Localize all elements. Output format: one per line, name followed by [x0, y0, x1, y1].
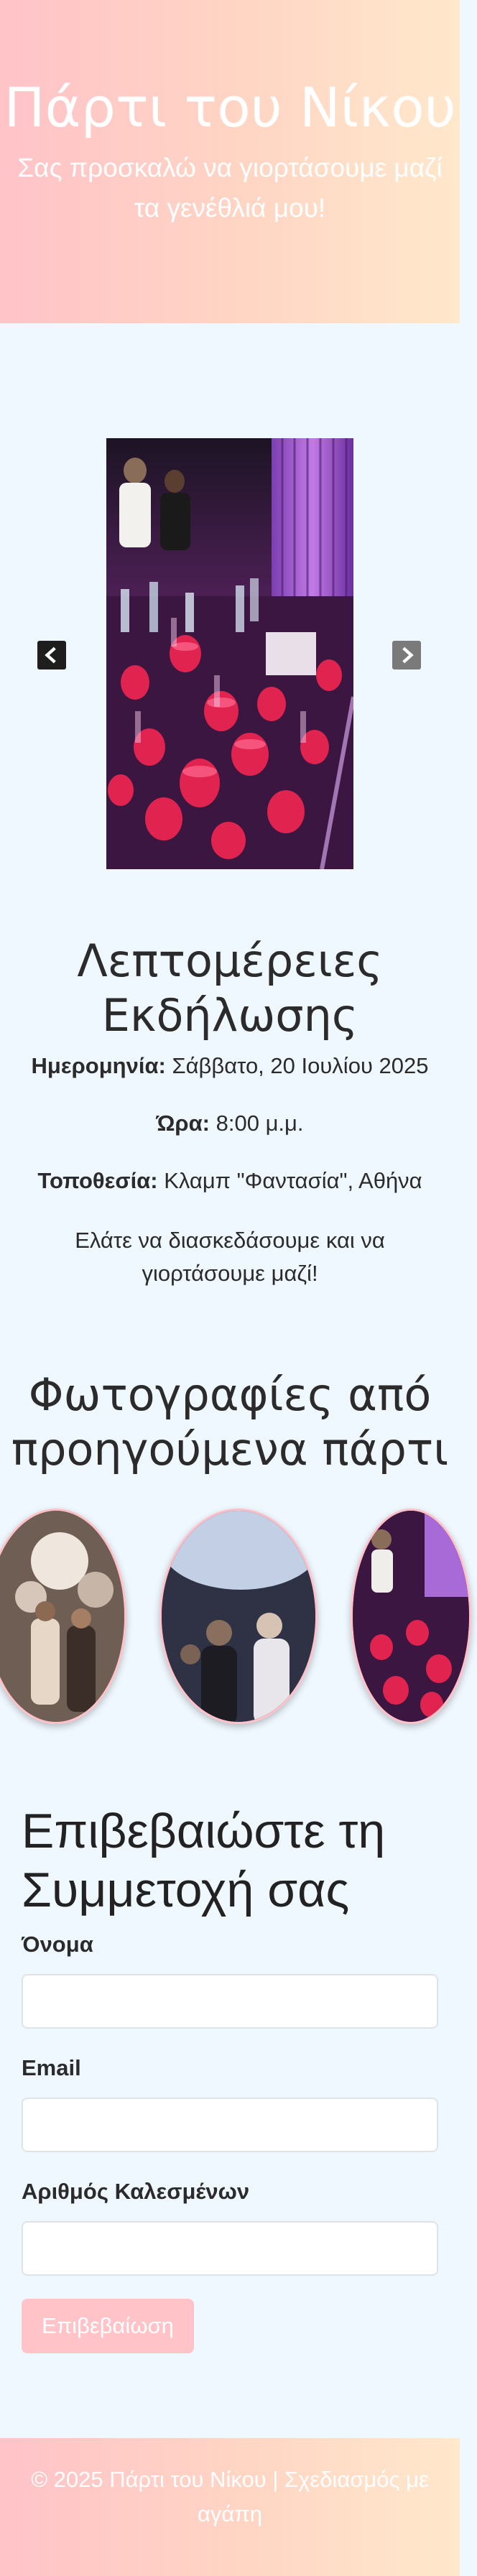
gallery-photo-image: [0, 1511, 124, 1722]
footer-text: © 2025 Πάρτι του Νίκου | Σχεδιασμός με α…: [31, 2467, 429, 2526]
chevron-left-icon: [45, 647, 56, 664]
guests-input[interactable]: [22, 2221, 438, 2276]
event-details: Λεπτομέρειες Εκδήλωσης Ημερομηνία: Σάββα…: [0, 934, 460, 1290]
chevron-right-icon: [402, 647, 414, 664]
gallery-photo: [0, 1509, 126, 1724]
name-input[interactable]: [22, 1974, 438, 2029]
gallery-photo: [159, 1509, 318, 1724]
name-label: Όνομα: [22, 1932, 93, 1957]
party-scene-illustration: [106, 438, 353, 869]
page-subtitle: Σας προσκαλώ να γιορτάσουμε μαζί τα γενέ…: [17, 153, 443, 223]
page-footer: © 2025 Πάρτι του Νίκου | Σχεδιασμός με α…: [0, 2438, 460, 2576]
page-title: Πάρτι του Νίκου: [4, 75, 456, 139]
guests-label: Αριθμός Καλεσμένων: [22, 2179, 250, 2204]
time-label: Ώρα:: [156, 1111, 210, 1136]
date-label: Ημερομηνία:: [31, 1053, 166, 1078]
rsvp-title: Επιβεβαιώστε τη Συμμετοχή σας: [22, 1804, 386, 1917]
time-value: 8:00 μ.μ.: [216, 1111, 304, 1136]
carousel-next-button[interactable]: [392, 641, 421, 670]
gallery-title: Φωτογραφίες από προηγούμενα πάρτι: [11, 1368, 449, 1475]
gallery-photo: [351, 1509, 471, 1724]
date-value: Σάββατο, 20 Ιουλίου 2025: [172, 1053, 429, 1078]
page-header: Πάρτι του Νίκου Σας προσκαλώ να γιορτάσο…: [0, 0, 460, 323]
event-location: Τοποθεσία: Κλαμπ "Φαντασία", Αθήνα: [0, 1167, 460, 1195]
email-label: Email: [22, 2055, 81, 2080]
carousel-prev-button[interactable]: [37, 641, 66, 670]
location-value: Κλαμπ "Φαντασία", Αθήνα: [164, 1168, 422, 1193]
event-time: Ώρα: 8:00 μ.μ.: [0, 1109, 460, 1138]
location-label: Τοποθεσία:: [37, 1168, 158, 1193]
gallery-photo-image: [353, 1511, 469, 1722]
event-note: Ελάτε να διασκεδάσουμε και να γιορτάσουμ…: [75, 1228, 385, 1286]
email-input[interactable]: [22, 2098, 438, 2152]
photo-carousel: [0, 438, 460, 869]
gallery-photo-image: [162, 1511, 315, 1722]
event-date: Ημερομηνία: Σάββατο, 20 Ιουλίου 2025: [0, 1052, 460, 1080]
details-title: Λεπτομέρειες Εκδήλωσης: [77, 935, 383, 1042]
submit-button[interactable]: Επιβεβαίωση: [22, 2299, 194, 2353]
carousel-party-photo: [106, 438, 353, 869]
